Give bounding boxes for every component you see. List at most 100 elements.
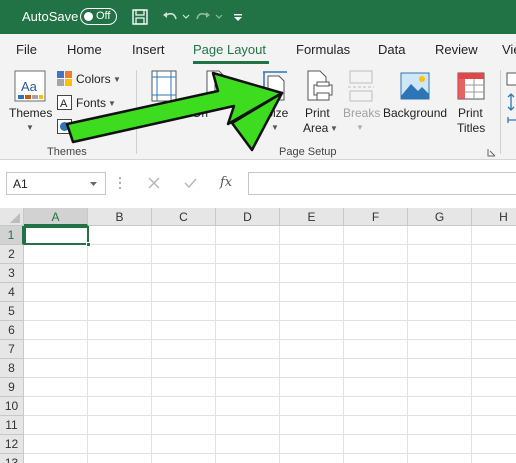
customize-toolbar-icon[interactable]: [232, 11, 244, 23]
cell[interactable]: [88, 416, 152, 435]
cell[interactable]: [152, 302, 216, 321]
tab-insert[interactable]: Insert: [132, 42, 165, 57]
cell[interactable]: [280, 340, 344, 359]
column-header[interactable]: C: [152, 208, 216, 226]
cell[interactable]: [472, 416, 516, 435]
cell[interactable]: [216, 416, 280, 435]
row-header[interactable]: 6: [0, 321, 24, 340]
cell[interactable]: [216, 359, 280, 378]
cell[interactable]: [152, 397, 216, 416]
cell[interactable]: [88, 340, 152, 359]
cell[interactable]: [216, 283, 280, 302]
redo-icon[interactable]: [193, 7, 213, 27]
scale-to-fit-icon[interactable]: [506, 72, 516, 132]
cell[interactable]: [344, 302, 408, 321]
cell[interactable]: [408, 226, 472, 245]
cell[interactable]: [344, 264, 408, 283]
cell[interactable]: [344, 416, 408, 435]
cell[interactable]: [216, 302, 280, 321]
row-header[interactable]: 2: [0, 245, 24, 264]
row-header[interactable]: 12: [0, 435, 24, 454]
fill-handle[interactable]: [86, 242, 91, 247]
cell[interactable]: [24, 397, 88, 416]
row-header[interactable]: 13: [0, 454, 24, 463]
cell[interactable]: [152, 359, 216, 378]
cell[interactable]: [216, 435, 280, 454]
cell[interactable]: [88, 264, 152, 283]
enter-icon[interactable]: [184, 177, 197, 189]
cell[interactable]: [408, 359, 472, 378]
cell[interactable]: [88, 321, 152, 340]
tab-formulas[interactable]: Formulas: [296, 42, 350, 57]
cell[interactable]: [408, 397, 472, 416]
column-header[interactable]: F: [344, 208, 408, 226]
column-header[interactable]: D: [216, 208, 280, 226]
cell[interactable]: [152, 435, 216, 454]
cell[interactable]: [280, 359, 344, 378]
cell[interactable]: [408, 283, 472, 302]
cell[interactable]: [408, 321, 472, 340]
cell[interactable]: [216, 264, 280, 283]
cell[interactable]: [472, 454, 516, 463]
cell[interactable]: [280, 378, 344, 397]
cell[interactable]: [280, 454, 344, 463]
save-icon[interactable]: [130, 7, 150, 27]
cell[interactable]: [216, 454, 280, 463]
cell[interactable]: [472, 283, 516, 302]
cell[interactable]: [216, 245, 280, 264]
cell[interactable]: [24, 416, 88, 435]
name-box[interactable]: A1: [6, 172, 106, 195]
insert-function-icon[interactable]: fx: [220, 175, 232, 190]
cell[interactable]: [344, 397, 408, 416]
cell[interactable]: [280, 416, 344, 435]
row-header[interactable]: 11: [0, 416, 24, 435]
cell[interactable]: [88, 283, 152, 302]
cell[interactable]: [88, 397, 152, 416]
tab-data[interactable]: Data: [378, 42, 405, 57]
column-header[interactable]: G: [408, 208, 472, 226]
cell[interactable]: [344, 378, 408, 397]
autosave-toggle[interactable]: Off: [80, 8, 117, 25]
cell[interactable]: [24, 264, 88, 283]
cell[interactable]: [472, 226, 516, 245]
cell[interactable]: [88, 359, 152, 378]
cell[interactable]: [280, 283, 344, 302]
row-header[interactable]: 4: [0, 283, 24, 302]
cell[interactable]: [24, 283, 88, 302]
row-header[interactable]: 8: [0, 359, 24, 378]
tab-view[interactable]: Vie: [502, 42, 516, 57]
cell[interactable]: [408, 454, 472, 463]
cell[interactable]: [408, 264, 472, 283]
cell[interactable]: [216, 226, 280, 245]
cell[interactable]: [24, 454, 88, 463]
cell[interactable]: [24, 245, 88, 264]
cell[interactable]: [344, 359, 408, 378]
cell[interactable]: [88, 435, 152, 454]
cell[interactable]: [344, 283, 408, 302]
cell[interactable]: [88, 302, 152, 321]
redo-dropdown-icon[interactable]: [215, 13, 223, 21]
cell[interactable]: [216, 340, 280, 359]
cell[interactable]: [88, 378, 152, 397]
cell[interactable]: [88, 454, 152, 463]
row-header[interactable]: 3: [0, 264, 24, 283]
name-box-dropdown-icon[interactable]: [89, 180, 98, 188]
cell[interactable]: [24, 302, 88, 321]
cell[interactable]: [408, 435, 472, 454]
formula-input[interactable]: [248, 172, 516, 195]
row-header[interactable]: 7: [0, 340, 24, 359]
cell[interactable]: [24, 321, 88, 340]
row-header[interactable]: 5: [0, 302, 24, 321]
cell[interactable]: [408, 302, 472, 321]
cell[interactable]: [152, 416, 216, 435]
select-all-corner[interactable]: [0, 208, 24, 226]
cell[interactable]: [152, 321, 216, 340]
cell[interactable]: [88, 226, 152, 245]
cell[interactable]: [280, 245, 344, 264]
cell[interactable]: [152, 378, 216, 397]
cell[interactable]: [472, 435, 516, 454]
cell[interactable]: [408, 416, 472, 435]
cell[interactable]: [472, 340, 516, 359]
cell[interactable]: [24, 435, 88, 454]
cancel-icon[interactable]: [148, 177, 160, 189]
